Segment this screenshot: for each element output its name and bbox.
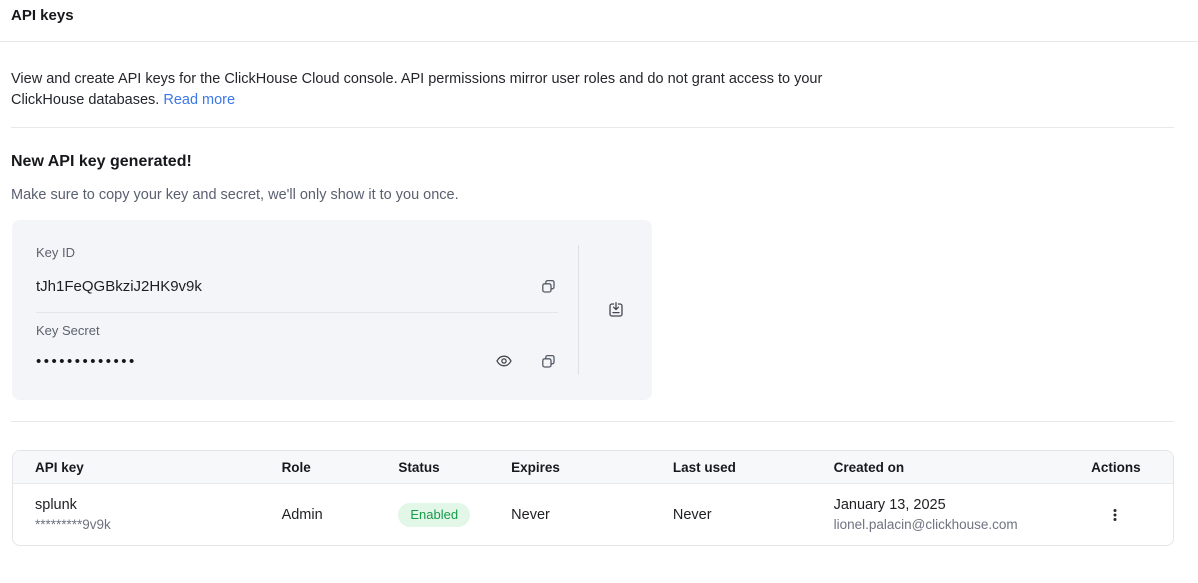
key-secret-label: Key Secret	[36, 323, 558, 338]
download-credentials-button[interactable]	[606, 300, 626, 320]
status-badge: Enabled	[398, 503, 470, 527]
copy-icon	[540, 278, 557, 295]
table-header-row: API key Role Status Expires Last used Cr…	[13, 451, 1173, 484]
col-header-api-key: API key	[13, 460, 282, 475]
col-header-last-used: Last used	[673, 460, 834, 475]
new-key-subheading: Make sure to copy your key and secret, w…	[11, 185, 1198, 205]
api-key-name: splunk	[35, 497, 282, 514]
copy-icon	[540, 353, 557, 370]
col-header-role: Role	[282, 460, 399, 475]
download-icon	[607, 301, 625, 319]
copy-key-id-button[interactable]	[538, 276, 558, 296]
description-text: View and create API keys for the ClickHo…	[11, 71, 822, 108]
col-header-created-on: Created on	[834, 460, 1086, 475]
card-divider	[36, 312, 558, 313]
section-divider	[11, 127, 1174, 128]
page-title: API keys	[0, 0, 1198, 25]
table-section-divider	[11, 421, 1174, 422]
key-secret-value: •••••••••••••	[36, 353, 137, 370]
created-by-email: lionel.palacin@clickhouse.com	[834, 517, 1086, 533]
key-id-label: Key ID	[36, 245, 558, 260]
col-header-expires: Expires	[511, 460, 673, 475]
key-id-value: tJh1FeQGBkziJ2HK9v9k	[36, 278, 202, 295]
read-more-link[interactable]: Read more	[163, 92, 235, 108]
page-description: View and create API keys for the ClickHo…	[11, 69, 829, 111]
table-row: splunk *********9v9k Admin Enabled Never…	[13, 484, 1173, 545]
generated-key-card: Key ID tJh1FeQGBkziJ2HK9v9k Key Secret •…	[12, 220, 652, 400]
api-key-last-used: Never	[673, 507, 834, 523]
key-fields: Key ID tJh1FeQGBkziJ2HK9v9k Key Secret •…	[12, 220, 578, 400]
col-header-status: Status	[398, 460, 511, 475]
api-key-role: Admin	[282, 507, 399, 523]
new-key-heading: New API key generated!	[11, 152, 1198, 172]
col-header-actions: Actions	[1085, 460, 1173, 475]
reveal-secret-button[interactable]	[494, 351, 514, 371]
eye-icon	[495, 352, 513, 370]
kebab-menu-icon	[1107, 507, 1123, 523]
row-actions-button[interactable]	[1103, 503, 1127, 527]
header-divider	[0, 41, 1198, 42]
api-keys-table: API key Role Status Expires Last used Cr…	[12, 450, 1174, 546]
api-key-expires: Never	[511, 507, 673, 523]
api-key-masked: *********9v9k	[35, 517, 282, 533]
copy-secret-button[interactable]	[538, 351, 558, 371]
created-date: January 13, 2025	[834, 497, 1086, 514]
